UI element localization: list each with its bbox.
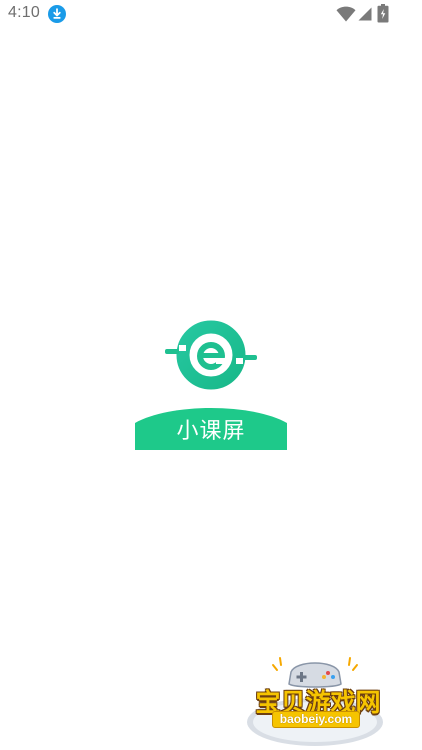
- battery-icon: [377, 4, 389, 23]
- status-bar: 4:10: [0, 0, 422, 30]
- app-name: 小课屏: [176, 419, 246, 444]
- status-time: 4:10: [8, 4, 40, 21]
- watermark-url: baobeiy.com: [272, 711, 360, 728]
- download-icon: [48, 5, 66, 23]
- signal-icon: [358, 7, 372, 21]
- wifi-icon: [336, 6, 356, 22]
